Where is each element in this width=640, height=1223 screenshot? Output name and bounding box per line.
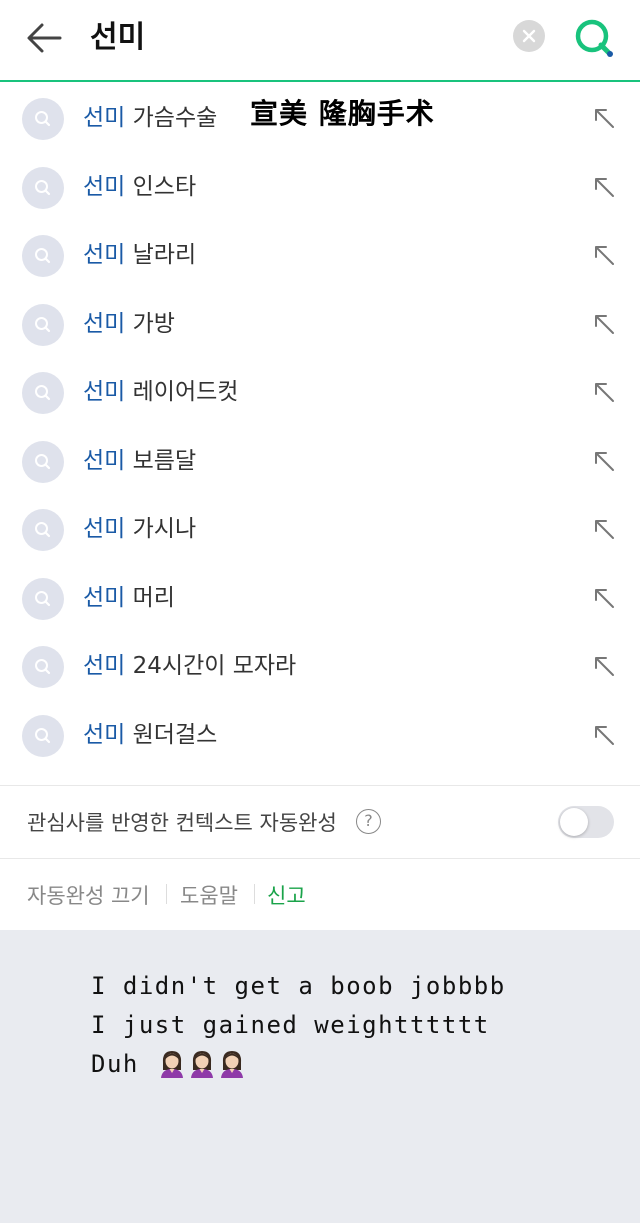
insert-arrow-icon[interactable] — [592, 106, 616, 130]
suggestion-rest: 인스타 — [125, 173, 197, 200]
suggestion-rest: 머리 — [125, 584, 175, 611]
suggestion-text: 선미 날라리 — [83, 239, 196, 271]
help-icon[interactable]: ? — [356, 809, 381, 834]
suggestion-rest: 가시나 — [125, 516, 197, 542]
suggestion-text: 선미 가슴수술 — [83, 102, 217, 134]
clear-button[interactable] — [513, 20, 545, 52]
suggestion-item[interactable]: 선미 원더걸스 — [0, 701, 640, 770]
suggestion-search-icon — [22, 646, 64, 688]
woman-emoji-icon — [159, 1048, 185, 1078]
insert-arrow-icon[interactable] — [592, 175, 616, 199]
suggestion-text: 선미 가시나 — [83, 513, 196, 545]
report-link[interactable]: 신고 — [267, 880, 306, 910]
suggestion-keyword: 선미 — [83, 379, 126, 405]
suggestion-item[interactable]: 선미 머리 — [0, 564, 640, 633]
suggestion-keyword: 선미 — [83, 447, 126, 474]
suggestion-keyword: 선미 — [83, 653, 126, 679]
suggestion-search-icon — [22, 509, 64, 551]
suggestion-text: 선미 레이어드컷 — [83, 376, 238, 408]
suggestion-search-icon — [22, 440, 64, 483]
suggestion-rest: 날라리 — [125, 242, 197, 268]
suggestion-keyword: 선미 — [83, 721, 126, 748]
story-panel: I didn't get a boob jobbbb I just gained… — [0, 930, 640, 1223]
suggestion-item[interactable]: 선미 인스타 — [0, 153, 640, 222]
insert-arrow-icon[interactable] — [592, 586, 616, 610]
suggestion-item[interactable]: 선미 날라리 — [0, 221, 640, 290]
suggestion-search-icon — [22, 303, 64, 346]
story-line-2: I just gained weightttttt — [91, 1011, 490, 1039]
link-separator — [166, 884, 167, 904]
story-line-3: Duh — [91, 1048, 245, 1078]
suggestion-rest: 가슴수술 — [125, 105, 218, 131]
suggestion-search-icon — [22, 98, 64, 140]
insert-arrow-icon[interactable] — [592, 723, 616, 747]
back-button[interactable] — [22, 18, 66, 58]
suggestion-rest: 보름달 — [125, 447, 197, 474]
suggestion-search-icon — [22, 235, 64, 277]
suggestion-text: 선미 24시간이 모자라 — [83, 650, 296, 682]
suggestion-item[interactable]: 선미 가방 — [0, 290, 640, 359]
autocomplete-off-link[interactable]: 자동완성 끄기 — [27, 880, 150, 910]
suggestion-keyword: 선미 — [83, 105, 126, 131]
suggestion-item[interactable]: 선미 레이어드컷 — [0, 358, 640, 427]
context-autocomplete-toggle[interactable] — [558, 806, 614, 838]
overlay-caption: 宣美 隆胸手术 — [250, 97, 435, 130]
clear-icon — [522, 29, 536, 43]
woman-emoji-icon — [219, 1048, 245, 1078]
suggestion-keyword: 선미 — [83, 516, 126, 542]
suggestion-search-icon — [22, 372, 64, 414]
suggestion-search-icon — [22, 577, 64, 620]
suggestion-keyword: 선미 — [83, 173, 126, 200]
suggestion-text: 선미 가방 — [83, 308, 175, 340]
suggestion-item[interactable]: 선미 보름달 — [0, 427, 640, 496]
insert-arrow-icon[interactable] — [592, 654, 616, 678]
context-autocomplete-row: 관심사를 반영한 컨텍스트 자동완성 ? — [0, 786, 640, 858]
suggestion-keyword: 선미 — [83, 584, 126, 611]
insert-arrow-icon[interactable] — [592, 312, 616, 336]
toggle-knob — [560, 808, 588, 836]
woman-emoji-icon — [189, 1048, 215, 1078]
suggestion-list: 선미 가슴수술 선미 인스타 선미 날라리 선미 가방 선미 레이어드컷 선미 보름달 선미… — [0, 84, 640, 769]
back-arrow-icon — [27, 23, 62, 53]
suggestion-text: 선미 머리 — [83, 582, 175, 614]
story-line-3-text: Duh — [91, 1050, 139, 1078]
insert-arrow-icon[interactable] — [592, 449, 616, 473]
context-autocomplete-label: 관심사를 반영한 컨텍스트 자동완성 — [27, 811, 337, 835]
suggestion-rest: 가방 — [125, 310, 175, 337]
search-bar: 선미 — [0, 0, 640, 82]
suggestion-text: 선미 보름달 — [83, 445, 196, 477]
suggestion-rest: 레이어드컷 — [125, 379, 239, 405]
suggestion-text: 선미 원더걸스 — [83, 719, 217, 751]
emoji-row — [155, 1050, 245, 1078]
suggestion-item[interactable]: 선미 24시간이 모자라 — [0, 632, 640, 701]
divider — [0, 858, 640, 859]
insert-arrow-icon[interactable] — [592, 243, 616, 267]
search-button[interactable] — [570, 14, 618, 62]
search-icon — [575, 19, 613, 57]
insert-arrow-icon[interactable] — [592, 380, 616, 404]
suggestion-item[interactable]: 선미 가시나 — [0, 495, 640, 564]
suggestion-search-icon — [22, 166, 64, 209]
insert-arrow-icon[interactable] — [592, 517, 616, 541]
suggestion-keyword: 선미 — [83, 310, 126, 337]
link-separator — [254, 884, 255, 904]
suggestion-keyword: 선미 — [83, 242, 126, 268]
footer-links: 자동완성 끄기 도움말 신고 — [0, 860, 640, 928]
suggestion-rest: 24시간이 모자라 — [125, 653, 297, 679]
story-line-1: I didn't get a boob jobbbb — [91, 972, 506, 1000]
suggestion-search-icon — [22, 714, 64, 757]
help-link[interactable]: 도움말 — [180, 880, 238, 910]
suggestion-text: 선미 인스타 — [83, 171, 196, 203]
suggestion-rest: 원더걸스 — [125, 721, 218, 748]
search-input[interactable]: 선미 — [90, 16, 145, 60]
